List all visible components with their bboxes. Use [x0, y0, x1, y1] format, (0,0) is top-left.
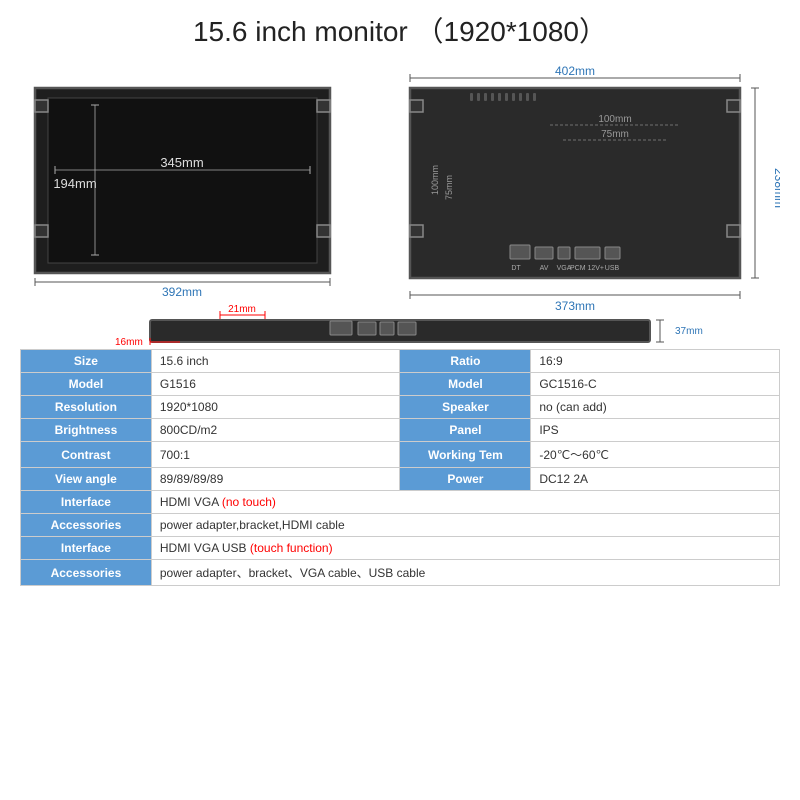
spec-label-8: Interface: [21, 537, 152, 560]
spec-label-6: Interface: [21, 491, 152, 514]
spec-label2-1: Model: [400, 373, 531, 396]
svg-text:392mm: 392mm: [162, 285, 202, 299]
spec-value2-0: 16:9: [531, 350, 780, 373]
spec-label2-3: Panel: [400, 419, 531, 442]
svg-text:37mm: 37mm: [675, 326, 703, 337]
svg-text:345mm: 345mm: [160, 155, 203, 170]
svg-text:100mm: 100mm: [430, 165, 440, 195]
spec-value2-1: GC1516-C: [531, 373, 780, 396]
spec-label-2: Resolution: [21, 396, 152, 419]
spec-table: Size15.6 inchRatio16:9ModelG1516ModelGC1…: [20, 349, 780, 586]
spec-value2-3: IPS: [531, 419, 780, 442]
page-title: 15.6 inch monitor （1920*1080）: [193, 10, 607, 50]
spec-value-8: HDMI VGA USB (touch function): [151, 537, 779, 560]
spec-label2-0: Ratio: [400, 350, 531, 373]
svg-text:21mm: 21mm: [228, 304, 256, 315]
spec-value-0: 15.6 inch: [151, 350, 400, 373]
spec-value-3: 800CD/m2: [151, 419, 400, 442]
spec-value-5: 89/89/89/89: [151, 468, 400, 491]
spec-label2-4: Working Tem: [400, 442, 531, 468]
svg-text:194mm: 194mm: [53, 176, 96, 191]
spec-label-1: Model: [21, 373, 152, 396]
svg-text:402mm: 402mm: [555, 64, 595, 78]
spec-label2-5: Power: [400, 468, 531, 491]
spec-label-4: Contrast: [21, 442, 152, 468]
svg-text:238mm: 238mm: [772, 168, 780, 208]
spec-value-2: 1920*1080: [151, 396, 400, 419]
svg-text:USB: USB: [605, 265, 620, 272]
spec-label-0: Size: [21, 350, 152, 373]
svg-text:AV: AV: [540, 265, 549, 272]
spec-label-7: Accessories: [21, 514, 152, 537]
diagrams-svg: 345mm 194mm 392mm 402mm: [20, 60, 780, 345]
spec-value-7: power adapter,bracket,HDMI cable: [151, 514, 779, 537]
svg-text:16mm: 16mm: [115, 337, 143, 345]
spec-value2-5: DC12 2A: [531, 468, 780, 491]
spec-value-1: G1516: [151, 373, 400, 396]
svg-text:PCM 12V+: PCM 12V+: [570, 265, 604, 272]
spec-label-9: Accessories: [21, 560, 152, 586]
svg-text:75mm: 75mm: [601, 129, 629, 140]
page: 15.6 inch monitor （1920*1080） 345mm 194m…: [0, 0, 800, 800]
spec-value-4: 700:1: [151, 442, 400, 468]
spec-value2-2: no (can add): [531, 396, 780, 419]
spec-value-6: HDMI VGA (no touch): [151, 491, 779, 514]
svg-text:75mm: 75mm: [444, 175, 454, 200]
svg-text:DT: DT: [511, 265, 521, 272]
spec-label-5: View angle: [21, 468, 152, 491]
svg-text:373mm: 373mm: [555, 299, 595, 313]
spec-value2-4: -20℃～60℃: [531, 442, 780, 468]
svg-text:100mm: 100mm: [598, 114, 631, 125]
spec-label-3: Brightness: [21, 419, 152, 442]
spec-label2-2: Speaker: [400, 396, 531, 419]
spec-value-9: power adapter、bracket、VGA cable、USB cabl…: [151, 560, 779, 586]
